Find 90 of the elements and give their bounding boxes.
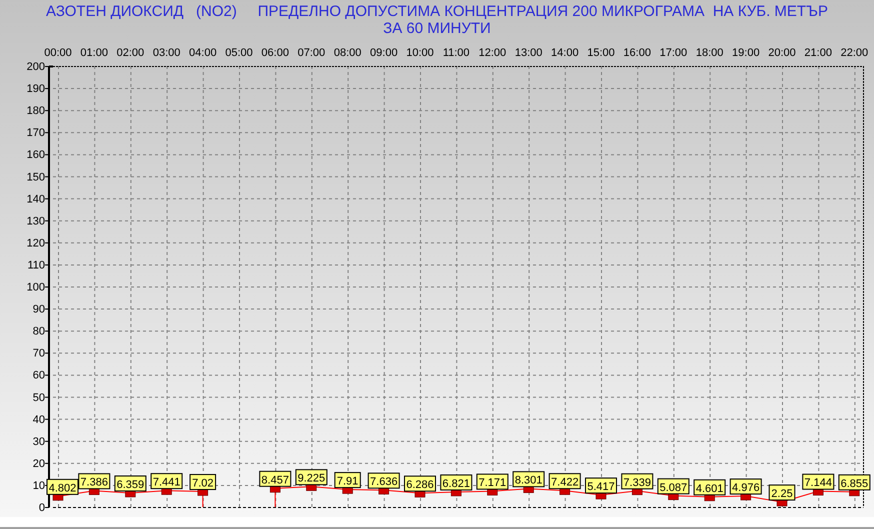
axis-label: 160 <box>26 149 45 162</box>
axis-label: 60 <box>32 370 45 382</box>
data-label: 7.441 <box>152 476 180 489</box>
value-label: 6.855 <box>838 474 870 490</box>
axis-label: 07:00 <box>298 47 326 59</box>
value-label: 8.301 <box>512 471 545 488</box>
axis-label: 01:00 <box>80 47 108 59</box>
value-label: 7.422 <box>548 473 581 490</box>
data-label: 7.386 <box>80 476 108 489</box>
axis-label: 170 <box>26 127 45 140</box>
axis-label: 03:00 <box>152 47 180 59</box>
value-label: 7.386 <box>78 473 110 490</box>
axis-label: 22:00 <box>840 47 868 59</box>
axis-label: 150 <box>26 171 45 184</box>
value-label: 7.339 <box>621 473 654 490</box>
axis-label: 140 <box>26 193 45 206</box>
axis-label: 130 <box>26 215 45 228</box>
axis-label: 11:00 <box>442 47 470 59</box>
value-label: 9.225 <box>295 469 328 486</box>
axis-label: 00:00 <box>44 47 72 59</box>
data-label: 8.457 <box>261 474 289 486</box>
value-label: 5.417 <box>585 478 617 494</box>
value-label: 6.821 <box>440 474 472 490</box>
value-label: 6.359 <box>114 475 146 492</box>
axis-label: 12:00 <box>478 47 506 59</box>
data-label: 7.339 <box>623 476 651 489</box>
axis-label: 20 <box>32 458 45 470</box>
value-label: 6.286 <box>404 476 436 492</box>
data-label: 6.286 <box>406 479 434 492</box>
axis-label: 05:00 <box>225 47 253 59</box>
data-label: 5.087 <box>660 482 688 494</box>
axis-label: 17:00 <box>660 47 688 59</box>
axis-label: 06:00 <box>261 47 289 59</box>
axis-label: 0 <box>38 502 45 514</box>
data-label: 9.225 <box>298 472 326 485</box>
axis-label: 14:00 <box>551 47 579 59</box>
axis-label: 15:00 <box>587 47 615 59</box>
axis-label: 04:00 <box>189 47 217 59</box>
data-label: 6.359 <box>116 478 144 491</box>
data-label: 8.301 <box>514 474 542 487</box>
axis-label: 100 <box>26 282 45 294</box>
axis-label: 190 <box>26 83 45 96</box>
data-label: 5.417 <box>587 481 615 494</box>
chart-title: ЗА 60 МИНУТИ <box>383 20 491 37</box>
data-label: 7.636 <box>370 476 398 488</box>
axis-label: 02:00 <box>116 47 144 59</box>
value-label: 5.087 <box>657 478 690 494</box>
data-label: 4.601 <box>696 482 724 495</box>
axis-label: 50 <box>32 392 45 404</box>
value-label: 7.441 <box>150 473 183 490</box>
axis-label: 40 <box>32 414 45 426</box>
axis-label: 10 <box>32 480 45 492</box>
data-label: 7.144 <box>804 477 832 490</box>
value-label: 2.25 <box>768 484 796 501</box>
value-label: 7.636 <box>368 472 400 489</box>
axis-label: 19:00 <box>732 47 760 59</box>
axis-label: 10:00 <box>406 47 434 59</box>
data-label: 7.91 <box>336 476 358 488</box>
value-label: 7.144 <box>802 474 834 490</box>
axis-label: 09:00 <box>370 47 398 59</box>
data-label: 6.855 <box>840 478 868 490</box>
axis-label: 18:00 <box>696 47 724 59</box>
value-label: 4.976 <box>730 478 762 495</box>
axis-label: 90 <box>32 304 45 316</box>
axis-label: 20:00 <box>768 47 796 59</box>
axis-label: 200 <box>26 61 45 73</box>
axis-label: 120 <box>26 237 45 250</box>
data-label: 6.821 <box>442 478 470 490</box>
axis-label: 16:00 <box>623 47 651 59</box>
value-label: 7.171 <box>476 474 508 490</box>
data-label: 7.02 <box>192 478 214 490</box>
axis-label: 13:00 <box>514 47 542 59</box>
value-label: 4.601 <box>694 479 726 496</box>
data-label: 4.802 <box>48 482 76 494</box>
axis-label: 110 <box>27 259 45 272</box>
axis-label: 70 <box>32 348 45 360</box>
value-label: 4.802 <box>46 478 78 495</box>
axis-label: 180 <box>26 105 45 118</box>
data-label: 7.422 <box>551 476 579 489</box>
data-label: 7.171 <box>478 477 506 490</box>
value-label: 7.91 <box>334 472 361 488</box>
data-label: 4.976 <box>732 482 760 494</box>
axis-label: 80 <box>32 326 45 338</box>
value-label: 7.02 <box>190 474 216 490</box>
chart-title: АЗОТЕН ДИОКСИД (NO2) ПРЕДЕЛНО ДОПУСТИМА КОНЦЕНТРАЦИЯ 200 МИКРОГРАМА НА КУБ. МЕТЪР <box>46 3 828 20</box>
data-label: 2.25 <box>771 488 793 500</box>
value-label: 8.457 <box>259 470 292 487</box>
axis-label: 08:00 <box>334 47 362 59</box>
axis-label: 21:00 <box>804 47 832 59</box>
axis-label: 30 <box>32 436 45 448</box>
